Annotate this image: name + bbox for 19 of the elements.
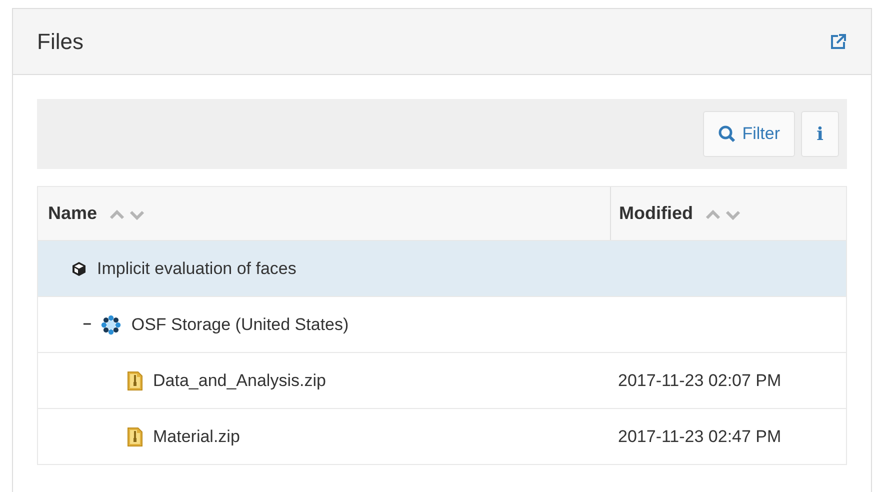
filter-button[interactable]: Filter xyxy=(703,111,795,157)
modified-date: 2017-11-23 02:47 PM xyxy=(617,426,782,448)
item-name: OSF Storage (United States) xyxy=(131,314,349,336)
info-button[interactable]: i xyxy=(801,111,839,157)
search-icon xyxy=(718,125,736,143)
item-name: Implicit evaluation of faces xyxy=(97,258,296,280)
modified-date: 2017-11-23 02:07 PM xyxy=(617,370,782,392)
column-header[interactable]: Name xyxy=(48,200,98,227)
item-name: Data_and_Analysis.zip xyxy=(153,370,326,392)
cube-icon xyxy=(71,260,87,276)
collapse-toggle[interactable]: – xyxy=(83,313,92,336)
tree-row[interactable]: Implicit evaluation of faces xyxy=(38,241,846,297)
zip-file-icon xyxy=(127,426,143,446)
storage-icon xyxy=(101,314,122,334)
column-header[interactable]: Modified xyxy=(619,200,693,227)
item-name: Material.zip xyxy=(153,426,240,448)
panel-title: Files xyxy=(37,28,84,56)
zip-file-icon xyxy=(127,370,143,390)
external-link-icon[interactable] xyxy=(829,32,847,50)
